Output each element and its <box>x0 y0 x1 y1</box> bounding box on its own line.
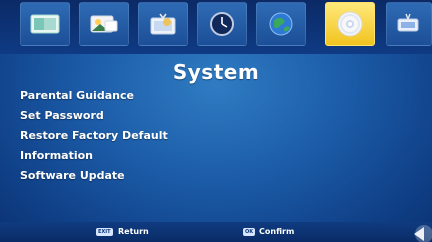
tab-tv[interactable] <box>138 2 188 46</box>
tv-icon <box>150 13 176 35</box>
confirm-label: Confirm <box>259 227 295 236</box>
globe-icon <box>269 12 293 36</box>
disc-icon <box>337 11 363 37</box>
clock-icon <box>210 12 234 36</box>
system-menu-screen: System Parental Guidance Set Password Re… <box>0 0 432 242</box>
exit-key: EXIT <box>96 228 113 236</box>
navigation-arrows-icon <box>414 225 432 242</box>
tab-picture[interactable] <box>20 2 70 46</box>
ok-key: OK <box>243 228 256 236</box>
return-label: Return <box>118 227 149 236</box>
tab-system[interactable] <box>325 2 375 46</box>
channel-icon <box>397 13 419 32</box>
menu-item-set-password[interactable]: Set Password <box>20 106 380 126</box>
tab-clock[interactable] <box>197 2 247 46</box>
tab-channel[interactable] <box>386 2 432 46</box>
page-title: System <box>172 60 260 84</box>
tab-photo[interactable] <box>79 2 129 46</box>
footer-bar <box>0 222 432 242</box>
menu-item-information[interactable]: Information <box>20 146 380 166</box>
system-menu: Parental Guidance Set Password Restore F… <box>20 86 380 186</box>
photo-icon <box>90 15 118 33</box>
menu-item-software-update[interactable]: Software Update <box>20 166 380 186</box>
picture-icon <box>30 14 60 34</box>
top-tab-bar <box>0 0 432 54</box>
tab-globe[interactable] <box>256 2 306 46</box>
menu-item-restore-factory-default[interactable]: Restore Factory Default <box>20 126 380 146</box>
menu-item-parental-guidance[interactable]: Parental Guidance <box>20 86 380 106</box>
